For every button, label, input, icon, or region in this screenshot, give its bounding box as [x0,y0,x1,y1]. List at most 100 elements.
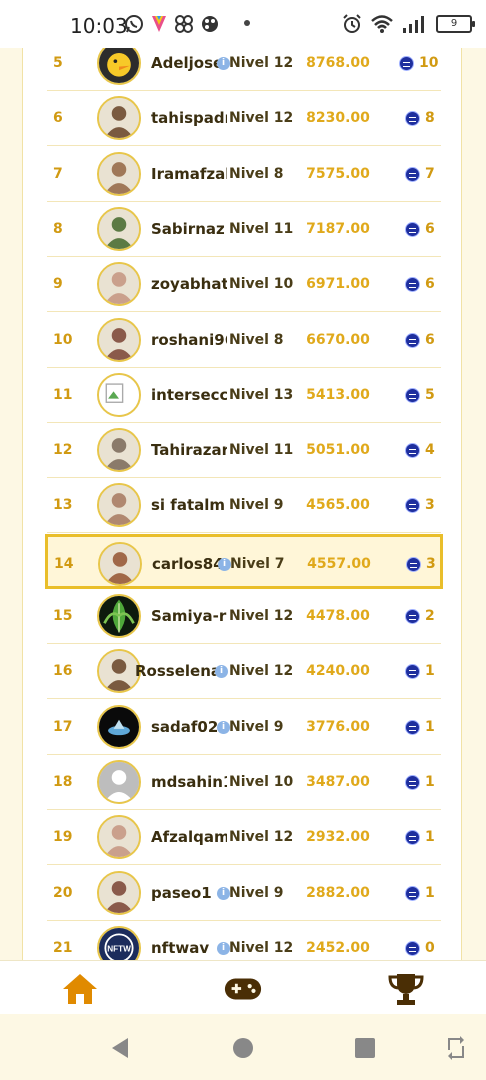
rank-number: 19 [53,829,73,846]
leaderboard-row[interactable]: 19 Afzalqam Nivel 12 2932.00 1 [47,810,441,866]
leaderboard-row[interactable]: 10 roshani96 Nivel 8 6670.00 6 [47,313,441,368]
user-avatar[interactable] [97,206,141,251]
rank-number: 10 [53,331,73,348]
username[interactable]: Samiya-r [151,589,227,644]
coin-count: 7 [425,165,435,182]
coin-count: 1 [425,773,435,790]
username[interactable]: mdsahin1 [151,755,227,810]
level-label: Nivel 9 [229,884,284,901]
leaderboard-row[interactable]: 7 Iramafzal Nivel 8 7575.00 7 [47,147,441,202]
user-avatar[interactable] [98,541,142,586]
coin-icon [405,443,420,459]
username[interactable]: si fatalm [151,478,227,533]
coin-count: 1 [425,884,435,901]
level-label: Nivel 8 [229,165,284,182]
coin-count: 4 [425,442,435,459]
points-value: 3776.00 [306,718,370,735]
leaderboard-row[interactable]: 5 Adeljose i Nivel 12 8768.00 10 [47,48,441,91]
user-avatar[interactable] [97,759,141,804]
signal-icon [403,16,424,33]
user-avatar[interactable] [97,96,141,141]
coin-icon [406,556,421,572]
username[interactable]: Afzalqam [151,810,227,865]
level-label: Nivel 12 [229,110,294,127]
coin-count: 3 [426,555,436,572]
user-avatar[interactable] [97,262,141,307]
username[interactable]: Tahirazar [151,423,227,478]
username[interactable]: zoyabhat [151,257,227,312]
rank-number: 17 [53,718,73,735]
level-label: Nivel 8 [229,331,284,348]
leaderboard-row[interactable]: 8 Sabirnaz Nivel 11 7187.00 6 [47,202,441,257]
points-value: 7187.00 [306,220,370,237]
svg-text:NFTW: NFTW [107,944,131,953]
nav-ranking[interactable] [386,969,426,1009]
level-label: Nivel 11 [229,220,294,237]
rank-number: 14 [54,555,74,572]
username[interactable]: tahispadr [151,91,227,146]
nav-games[interactable] [223,969,263,1009]
level-label: Nivel 9 [229,497,284,514]
gamepad-icon [224,978,262,1000]
leaderboard-row[interactable]: 20 paseo1 i Nivel 9 2882.00 1 [47,866,441,921]
leaderboard-row[interactable]: 21 NFTW nftwav i Nivel 12 2452.00 0 [47,921,441,960]
leaderboard-row[interactable]: 16 Rosselena i Nivel 12 4240.00 1 [47,644,441,700]
user-avatar[interactable] [97,428,141,473]
wifi-icon [371,15,393,33]
leaderboard-row[interactable]: 17 sadaf02 i Nivel 9 3776.00 1 [47,700,441,755]
user-avatar[interactable] [97,372,141,417]
leaderboard-row[interactable]: 6 tahispadr Nivel 12 8230.00 8 [47,91,441,147]
username[interactable]: Sabirnaz [151,202,227,257]
system-nav-bar [0,1014,486,1080]
username[interactable]: sadaf02 [151,700,227,755]
rank-number: 15 [53,608,73,624]
leaderboard-row[interactable]: 12 Tahirazar Nivel 11 5051.00 4 [47,423,441,479]
level-label: Nivel 7 [230,555,285,572]
leaderboard-row[interactable]: 11 intersecc Nivel 13 5413.00 5 [47,368,441,423]
rank-number: 20 [53,884,73,901]
coin-icon [405,221,420,237]
recents-icon[interactable] [353,1036,377,1060]
info-icon[interactable]: i [215,665,228,679]
username[interactable]: carlos84 [152,537,228,592]
username[interactable]: Iramafzal [151,147,227,202]
coin-count: 1 [425,829,435,846]
points-value: 8230.00 [306,110,370,127]
username[interactable]: roshani96 [151,313,227,368]
leaderboard-row[interactable]: 13 si fatalm Nivel 9 4565.00 3 [47,478,441,534]
back-icon[interactable] [108,1036,132,1060]
user-avatar[interactable] [97,870,141,915]
leaderboard-row[interactable]: 9 zoyabhat Nivel 10 6971.00 6 [47,257,441,313]
status-bar: 10:03 9 [0,0,486,48]
user-avatar[interactable]: NFTW [97,925,141,960]
user-avatar[interactable] [97,317,141,362]
username[interactable]: nftwav [151,921,227,960]
coin-icon [399,56,414,71]
rotate-icon[interactable] [446,1036,466,1060]
username[interactable]: Adeljose [151,48,227,91]
coin-icon [405,166,420,182]
points-value: 2882.00 [306,884,370,901]
points-value: 2932.00 [306,829,370,846]
leaderboard-row[interactable]: 18 mdsahin1 Nivel 10 3487.00 1 [47,755,441,810]
username[interactable]: paseo1 [151,866,227,921]
coin-icon [405,885,420,901]
leaderboard[interactable]: 5 Adeljose i Nivel 12 8768.00 10 6 tahispadr Niv… [22,48,462,960]
username[interactable]: Rosselena [135,644,221,699]
leaderboard-row[interactable]: 14 carlos84 i Nivel 7 4557.00 3 [45,533,443,592]
leaderboard-row[interactable]: 15 Samiya-r Nivel 12 4478.00 2 [47,589,441,644]
user-avatar[interactable] [97,815,141,860]
coin-icon [405,664,420,680]
coin-count: 0 [425,939,435,956]
nav-home[interactable] [60,969,100,1009]
user-avatar[interactable] [97,151,141,196]
user-avatar[interactable] [97,48,141,85]
user-avatar[interactable] [97,594,141,638]
points-value: 3487.00 [306,773,370,790]
user-avatar[interactable] [97,704,141,749]
home-circle-icon[interactable] [231,1036,255,1060]
level-label: Nivel 12 [229,663,294,680]
points-value: 4565.00 [306,497,370,514]
username[interactable]: intersecc [151,368,227,423]
user-avatar[interactable] [97,483,141,528]
